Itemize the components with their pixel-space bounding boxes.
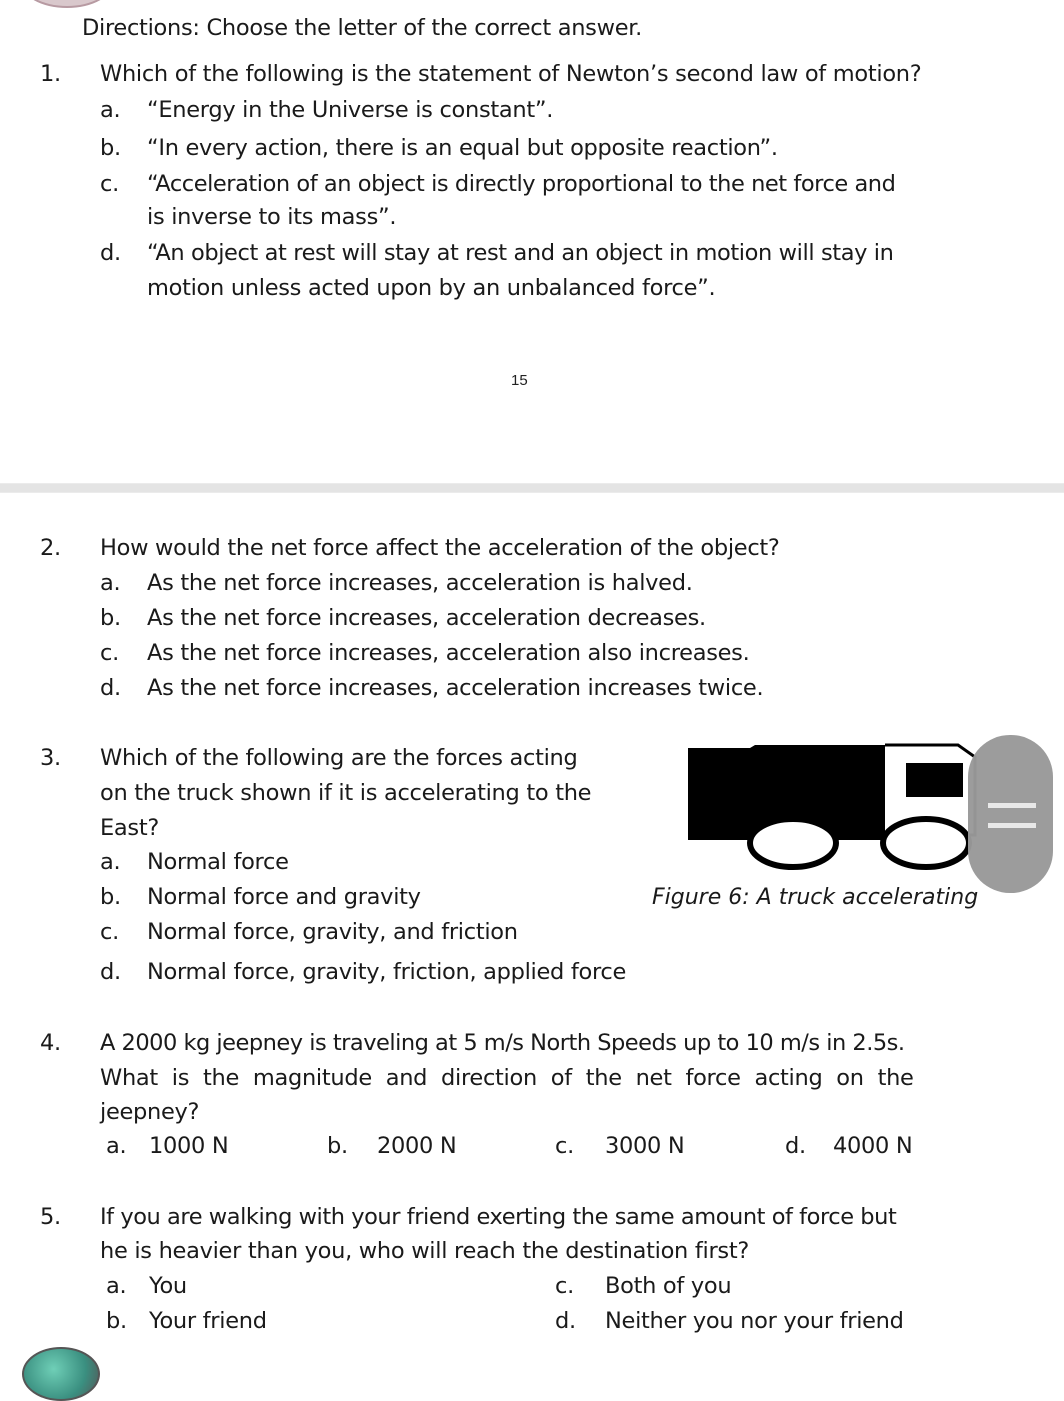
question-number: 1. [40,61,61,87]
question-number: 5. [40,1204,61,1230]
truck-wheel-rear [747,816,839,870]
option-letter: b. [100,605,121,631]
question-text-continued: he is heavier than you, who will reach t… [100,1238,749,1264]
option-text: 1000 N [149,1133,229,1159]
page-number: 15 [511,372,528,389]
question-number: 2. [40,535,61,561]
handle-grip-line [988,803,1036,808]
option-text: As the net force increases, acceleration… [147,605,706,631]
option-text: Normal force [147,849,289,875]
truck-icon [688,743,977,870]
option-letter: c. [100,171,119,197]
question-text: If you are walking with your friend exer… [100,1204,897,1230]
question-number: 3. [40,745,61,771]
option-letter: d. [785,1133,806,1159]
drag-handle[interactable] [968,735,1053,893]
question-text-continued: East? [100,815,159,841]
option-text: Normal force, gravity, and friction [147,919,518,945]
option-text: As the net force increases, acceleration… [147,570,693,596]
option-text-continued: is inverse to its mass”. [147,204,397,230]
option-letter: d. [100,675,121,701]
option-text: Both of you [605,1273,732,1299]
option-text: “Energy in the Universe is constant”. [147,97,554,123]
question-text-continued: jeepney? [100,1099,200,1125]
question-text: Which of the following are the forces ac… [100,745,578,771]
option-text: Neither you nor your friend [605,1308,904,1334]
option-text: You [149,1273,187,1299]
option-letter: d. [100,959,121,985]
question-number: 4. [40,1030,61,1056]
option-text: Normal force, gravity, friction, applied… [147,959,627,985]
option-letter: a. [100,570,121,596]
option-letter: b. [100,135,121,161]
truck-wheel-front [880,816,972,870]
option-text: Normal force and gravity [147,884,421,910]
question-text: How would the net force affect the accel… [100,535,780,561]
option-text: 4000 N [833,1133,913,1159]
option-text: “In every action, there is an equal but … [147,135,778,161]
option-letter: d. [100,240,121,266]
option-text: “An object at rest will stay at rest and… [147,240,894,266]
figure-caption: Figure 6: A truck accelerating [652,885,979,910]
question-text-continued: What is the magnitude and direction of t… [100,1065,914,1091]
option-letter: a. [100,849,121,875]
page-decoration-bottom [22,1347,100,1401]
option-letter: a. [106,1133,127,1159]
option-letter: a. [100,97,121,123]
page-decoration-top [20,0,114,8]
option-text: “Acceleration of an object is directly p… [147,171,896,197]
page-separator [0,483,1064,493]
truck-figure [688,743,977,870]
option-text: Your friend [149,1308,267,1334]
option-letter: b. [327,1133,348,1159]
question-text: A 2000 kg jeepney is traveling at 5 m/s … [100,1030,905,1056]
handle-grip-line [988,823,1036,828]
option-letter: c. [100,640,119,666]
option-letter: a. [106,1273,127,1299]
option-letter: c. [100,919,119,945]
question-text-continued: on the truck shown if it is accelerating… [100,780,592,806]
question-text: Which of the following is the statement … [100,61,922,87]
option-text: As the net force increases, acceleration… [147,640,750,666]
option-letter: b. [100,884,121,910]
option-letter: b. [106,1308,127,1334]
option-text: 2000 N [377,1133,457,1159]
option-text: 3000 N [605,1133,685,1159]
option-letter: d. [555,1308,576,1334]
option-letter: c. [555,1133,574,1159]
option-letter: c. [555,1273,574,1299]
option-text-continued: motion unless acted upon by an unbalance… [147,275,716,301]
option-text: As the net force increases, acceleration… [147,675,764,701]
directions-text: Directions: Choose the letter of the cor… [82,15,642,41]
truck-window [906,763,963,797]
